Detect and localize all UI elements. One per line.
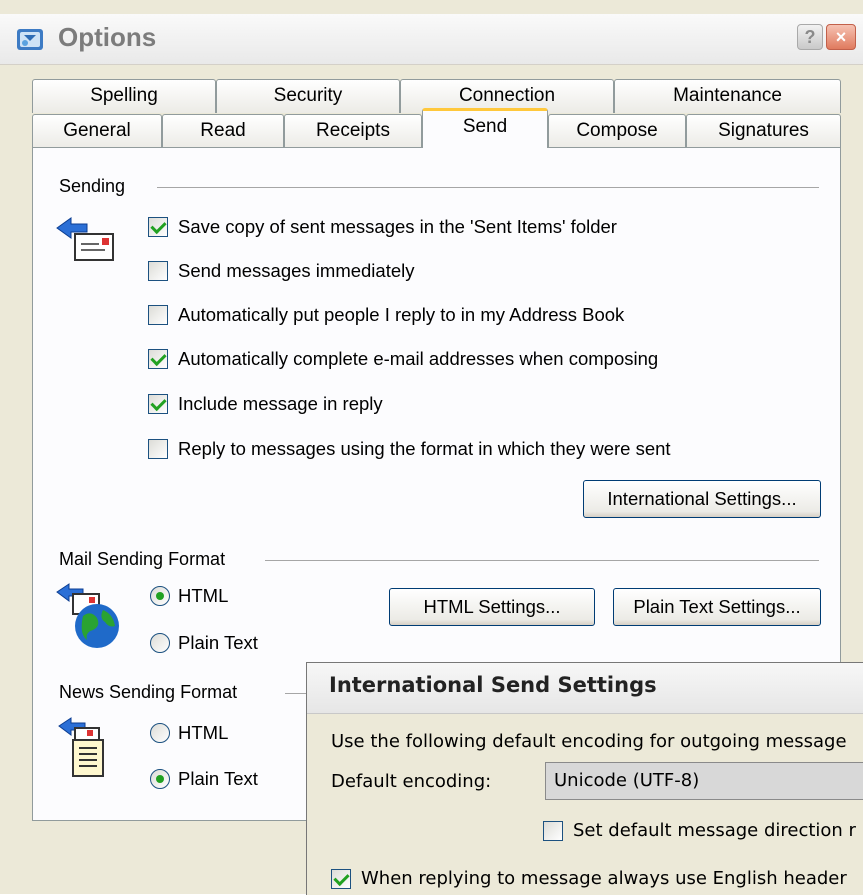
news-format-plain-option[interactable]: Plain Text (150, 768, 258, 790)
english-header-label: When replying to message always use Engl… (361, 868, 847, 889)
news-html-radio[interactable] (150, 723, 170, 743)
auto-address-book-checkbox[interactable] (148, 305, 168, 325)
save-copy-checkbox[interactable] (148, 217, 168, 237)
option-save-copy[interactable]: Save copy of sent messages in the 'Sent … (148, 216, 617, 238)
mail-format-plain-option[interactable]: Plain Text (150, 632, 258, 654)
mail-plain-radio[interactable] (150, 633, 170, 653)
intl-dialog-title-bar: International Send Settings (307, 663, 863, 714)
mail-format-group-label: Mail Sending Format (59, 549, 226, 569)
tab-compose[interactable]: Compose (548, 114, 686, 148)
tab-receipts[interactable]: Receipts (284, 114, 422, 148)
include-message-checkbox[interactable] (148, 394, 168, 414)
save-copy-label: Save copy of sent messages in the 'Sent … (178, 216, 617, 237)
english-header-checkbox[interactable] (331, 868, 351, 889)
mail-html-radio[interactable] (150, 586, 170, 606)
option-send-immediately[interactable]: Send messages immediately (148, 260, 415, 282)
tab-signatures[interactable]: Signatures (686, 114, 841, 148)
window-title: Options (58, 22, 157, 52)
option-reply-format[interactable]: Reply to messages using the format in wh… (148, 438, 671, 460)
html-settings-button[interactable]: HTML Settings... (389, 588, 595, 626)
tab-read[interactable]: Read (162, 114, 284, 148)
options-app-icon (17, 29, 43, 50)
tab-security[interactable]: Security (216, 79, 400, 113)
intl-intro-text: Use the following default encoding for o… (331, 731, 847, 752)
reply-format-checkbox[interactable] (148, 439, 168, 459)
title-bar: Options ? × (0, 14, 863, 65)
news-document-icon (58, 717, 104, 777)
news-format-html-option[interactable]: HTML (150, 722, 228, 744)
tab-general[interactable]: General (32, 114, 162, 148)
mail-html-label: HTML (178, 585, 229, 606)
tab-send[interactable]: Send (422, 108, 548, 148)
help-button[interactable]: ? (797, 24, 823, 50)
auto-address-book-label: Automatically put people I reply to in m… (178, 304, 625, 325)
auto-complete-label: Automatically complete e-mail addresses … (178, 348, 659, 369)
news-plain-label: Plain Text (178, 768, 258, 789)
mail-format-html-option[interactable]: HTML (150, 585, 228, 607)
mail-globe-icon (56, 583, 119, 648)
include-message-label: Include message in reply (178, 393, 383, 414)
option-default-direction[interactable]: Set default message direction r (543, 820, 856, 841)
send-immediately-checkbox[interactable] (148, 261, 168, 281)
default-encoding-label: Default encoding: (331, 771, 492, 792)
plain-text-settings-button[interactable]: Plain Text Settings... (613, 588, 821, 626)
international-send-settings-dialog: International Send Settings Use the foll… (306, 662, 863, 895)
close-button[interactable]: × (826, 24, 856, 50)
tab-maintenance[interactable]: Maintenance (614, 79, 841, 113)
send-immediately-label: Send messages immediately (178, 260, 415, 281)
default-direction-checkbox[interactable] (543, 820, 563, 841)
reply-format-label: Reply to messages using the format in wh… (178, 438, 671, 459)
tab-spelling[interactable]: Spelling (32, 79, 216, 113)
news-format-group-label: News Sending Format (59, 682, 238, 702)
international-settings-button[interactable]: International Settings... (583, 480, 821, 518)
news-html-label: HTML (178, 722, 229, 743)
option-auto-complete[interactable]: Automatically complete e-mail addresses … (148, 348, 658, 370)
intl-dialog-title: International Send Settings (329, 673, 657, 697)
sending-divider (157, 187, 819, 188)
mail-format-divider (265, 560, 819, 561)
send-mail-icon (56, 217, 114, 261)
default-direction-label: Set default message direction r (573, 820, 856, 841)
auto-complete-checkbox[interactable] (148, 349, 168, 369)
news-plain-radio[interactable] (150, 769, 170, 789)
sending-group-label: Sending (59, 176, 126, 196)
option-include-message[interactable]: Include message in reply (148, 393, 383, 415)
option-english-header[interactable]: When replying to message always use Engl… (331, 868, 847, 889)
default-encoding-select[interactable]: Unicode (UTF-8) (545, 762, 863, 800)
mail-plain-label: Plain Text (178, 632, 258, 653)
option-auto-address-book[interactable]: Automatically put people I reply to in m… (148, 304, 624, 326)
